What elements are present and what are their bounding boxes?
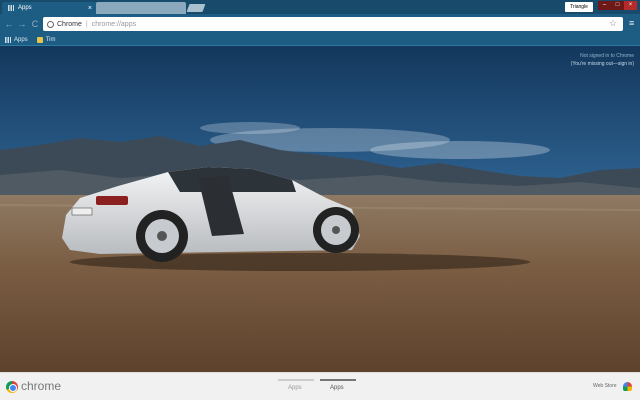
bookmarks-bar: Apps Tim	[0, 34, 640, 46]
chrome-page-icon	[47, 20, 54, 28]
forward-button[interactable]: →	[17, 19, 27, 29]
bottom-bar: chrome Apps Apps Web Store	[0, 372, 640, 400]
omnibox-scheme: Chrome	[57, 20, 82, 28]
apps-grid-icon	[8, 5, 14, 11]
close-window-button[interactable]: ×	[624, 1, 637, 10]
page-tab-label: Apps	[288, 385, 302, 391]
close-icon[interactable]: ×	[88, 5, 92, 12]
apps-grid-icon	[5, 36, 11, 43]
page-tab-label: Apps	[330, 385, 344, 391]
window-controls: – □ ×	[598, 1, 637, 10]
bookmark-label: Tim	[45, 36, 56, 43]
page-indicator	[320, 379, 356, 381]
tab-apps[interactable]: Apps ×	[2, 2, 98, 14]
page-tab-apps-1[interactable]: Apps	[278, 379, 314, 391]
title-bar: Apps × Triangle – □ ×	[0, 0, 640, 14]
maximize-button[interactable]: □	[611, 1, 624, 10]
folder-icon	[36, 36, 43, 43]
signin-line: Not signed in to Chrome	[580, 53, 634, 59]
bookmark-star-icon[interactable]: ☆	[609, 18, 617, 29]
tab-title: Apps	[18, 5, 32, 11]
chrome-logo-icon	[6, 381, 18, 393]
back-button[interactable]: ←	[4, 19, 14, 29]
signin-notice: Not signed in to Chrome (You're missing …	[571, 52, 634, 68]
omnibox-separator: |	[85, 20, 88, 28]
tab-background[interactable]	[96, 2, 186, 14]
webstore-icon[interactable]	[623, 382, 632, 391]
minimize-button[interactable]: –	[598, 1, 611, 10]
reload-button[interactable]: C	[30, 19, 40, 29]
webstore-link[interactable]: Web Store	[593, 383, 617, 389]
page-indicator	[278, 379, 314, 381]
bookmark-label: Apps	[14, 36, 28, 43]
menu-icon[interactable]: ≡	[629, 18, 634, 29]
page-tab-apps-2[interactable]: Apps	[320, 379, 356, 391]
bookmark-apps[interactable]: Apps	[5, 36, 28, 43]
profile-button[interactable]: Triangle	[565, 2, 593, 12]
new-tab-button[interactable]	[186, 4, 206, 12]
signin-link[interactable]: (You're missing out—sign in)	[571, 60, 634, 68]
omnibox[interactable]: Chrome | chrome://apps	[43, 17, 623, 31]
omnibox-url[interactable]: chrome://apps	[92, 21, 136, 28]
theme-background	[0, 0, 640, 400]
chrome-wordmark: chrome	[21, 379, 62, 393]
bookmark-tim[interactable]: Tim	[36, 36, 56, 43]
